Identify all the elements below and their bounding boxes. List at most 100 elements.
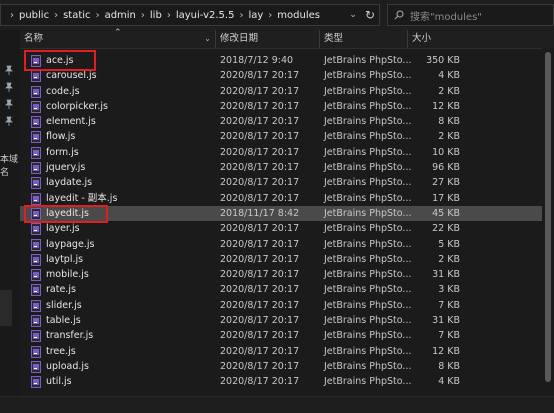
- column-header-date[interactable]: 修改日期: [216, 30, 320, 48]
- file-row[interactable]: rate.js 2020/8/17 20:17 JetBrains PhpSto..…: [20, 282, 554, 297]
- file-name: upload.js: [46, 360, 89, 372]
- breadcrumb-chevron-icon[interactable]: ›: [54, 10, 58, 21]
- file-type: JetBrains PhpSto...: [324, 376, 412, 388]
- file-name: slider.js: [46, 299, 82, 311]
- pin-icon[interactable]: [4, 116, 14, 126]
- file-date: 2020/8/17 20:17: [220, 70, 300, 82]
- php-file-icon: [31, 177, 41, 190]
- file-row[interactable]: laypage.js 2020/8/17 20:17 JetBrains PhpSt…: [20, 237, 554, 252]
- file-size: 3 KB: [438, 284, 460, 296]
- address-bar[interactable]: › public › static › admin › lib › layui-…: [0, 4, 380, 26]
- breadcrumb-chevron-icon[interactable]: ›: [141, 10, 145, 21]
- file-type: JetBrains PhpSto...: [324, 238, 412, 250]
- file-row[interactable]: ace.js 2018/7/12 9:40 JetBrains PhpSto... 3…: [20, 53, 554, 68]
- file-size: 22 KB: [432, 223, 460, 235]
- file-date: 2020/8/17 20:17: [220, 345, 300, 357]
- file-row[interactable]: mobile.js 2020/8/17 20:17 JetBrains PhpSto…: [20, 267, 554, 282]
- php-file-icon: [31, 100, 41, 113]
- sort-chevron-icon: ⌃: [114, 28, 122, 38]
- column-header-size[interactable]: 大小: [408, 30, 464, 48]
- file-date: 2020/8/17 20:17: [220, 177, 300, 189]
- file-row[interactable]: table.js 2020/8/17 20:17 JetBrains PhpSto.…: [20, 313, 554, 328]
- breadcrumb-chevron-icon[interactable]: ›: [268, 10, 272, 21]
- file-row[interactable]: upload.js 2020/8/17 20:17 JetBrains PhpSto…: [20, 359, 554, 374]
- breadcrumb-chevron-icon[interactable]: ›: [239, 10, 243, 21]
- refresh-icon[interactable]: ↻: [361, 5, 379, 25]
- file-size: 4 KB: [438, 376, 460, 388]
- file-row[interactable]: util.js 2020/8/17 20:17 JetBrains PhpSto..…: [20, 374, 554, 389]
- breadcrumb-item[interactable]: public: [19, 10, 49, 21]
- php-file-icon: [31, 131, 41, 144]
- column-header-label: 类型: [324, 33, 344, 44]
- pin-icon[interactable]: [4, 65, 14, 75]
- file-date: 2020/8/17 20:17: [220, 162, 300, 174]
- breadcrumb-item[interactable]: lib: [150, 10, 162, 21]
- php-file-icon: [31, 269, 41, 282]
- file-size: 4 KB: [438, 70, 460, 82]
- pin-icon[interactable]: [4, 82, 14, 92]
- file-size: 2 KB: [438, 85, 460, 97]
- pin-icon[interactable]: [4, 99, 14, 109]
- php-file-icon: [31, 238, 41, 251]
- file-row[interactable]: laydate.js 2020/8/17 20:17 JetBrains PhpSt…: [20, 175, 554, 190]
- file-size: 7 KB: [438, 330, 460, 342]
- file-row[interactable]: code.js 2020/8/17 20:17 JetBrains PhpSto..…: [20, 84, 554, 99]
- php-file-icon: [31, 345, 41, 358]
- file-row[interactable]: colorpicker.js 2020/8/17 20:17 JetBrains P…: [20, 99, 554, 114]
- breadcrumb-item[interactable]: admin: [105, 10, 136, 21]
- file-row[interactable]: flow.js 2020/8/17 20:17 JetBrains PhpSto..…: [20, 129, 554, 144]
- scrollbar-thumb[interactable]: [545, 52, 551, 382]
- php-file-icon: [31, 253, 41, 266]
- file-row[interactable]: form.js 2020/8/17 20:17 JetBrains PhpSto..…: [20, 145, 554, 160]
- breadcrumb-chevron-icon[interactable]: ›: [96, 10, 100, 21]
- file-size: 31 KB: [432, 315, 460, 327]
- chevron-down-icon[interactable]: ⌄: [345, 5, 361, 25]
- breadcrumb-chevron-icon[interactable]: ›: [167, 10, 171, 21]
- breadcrumb-item[interactable]: layui-v2.5.5: [176, 10, 235, 21]
- file-date: 2020/8/17 20:17: [220, 100, 300, 112]
- file-name: util.js: [46, 376, 72, 388]
- breadcrumb-item[interactable]: lay: [248, 10, 263, 21]
- file-row[interactable]: layer.js 2020/8/17 20:17 JetBrains PhpSto.…: [20, 221, 554, 236]
- address-toolbar: › public › static › admin › lib › layui-…: [0, 0, 554, 30]
- file-date: 2020/8/17 20:17: [220, 116, 300, 128]
- file-size: 96 KB: [432, 162, 460, 174]
- column-header-label: 大小: [412, 33, 432, 44]
- vertical-scrollbar[interactable]: [542, 48, 554, 392]
- nav-item-label[interactable]: 本域名: [0, 152, 20, 178]
- file-row[interactable]: transfer.js 2020/8/17 20:17 JetBrains PhpS…: [20, 328, 554, 343]
- file-type: JetBrains PhpSto...: [324, 70, 412, 82]
- column-header-name[interactable]: 名称 ⌃ ⌄: [20, 28, 216, 48]
- file-name: colorpicker.js: [46, 100, 108, 112]
- file-date: 2020/8/17 20:17: [220, 330, 300, 342]
- file-row[interactable]: laytpl.js 2020/8/17 20:17 JetBrains PhpSto…: [20, 252, 554, 267]
- nav-scrollbar[interactable]: [0, 290, 12, 326]
- file-row[interactable]: jquery.js 2020/8/17 20:17 JetBrains PhpSto…: [20, 160, 554, 175]
- chevron-down-icon[interactable]: ⌄: [204, 30, 211, 48]
- file-row[interactable]: carousel.js 2020/8/17 20:17 JetBrains PhpS…: [20, 68, 554, 83]
- breadcrumb-item[interactable]: static: [63, 10, 90, 21]
- file-date: 2018/7/12 9:40: [220, 55, 294, 66]
- php-file-icon: [31, 116, 41, 129]
- file-date: 2020/8/17 20:17: [220, 269, 300, 281]
- file-type: JetBrains PhpSto...: [324, 253, 412, 265]
- file-date: 2020/8/17 20:17: [220, 284, 300, 296]
- php-file-icon: [31, 376, 41, 389]
- file-row[interactable]: slider.js 2020/8/17 20:17 JetBrains PhpSto…: [20, 298, 554, 313]
- navigation-pane: 本域名: [0, 30, 20, 412]
- file-date: 2020/8/17 20:17: [220, 315, 300, 327]
- file-row[interactable]: element.js 2020/8/17 20:17 JetBrains PhpSt…: [20, 114, 554, 129]
- breadcrumb-item[interactable]: modules: [277, 10, 320, 21]
- php-file-icon: [31, 299, 41, 312]
- file-type: JetBrains PhpSto...: [324, 162, 412, 174]
- file-date: 2020/8/17 20:17: [220, 223, 300, 235]
- column-header-type[interactable]: 类型: [320, 30, 408, 48]
- file-name: form.js: [46, 146, 79, 158]
- file-type: JetBrains PhpSto...: [324, 299, 412, 311]
- file-row[interactable]: tree.js 2020/8/17 20:17 JetBrains PhpSto..…: [20, 344, 554, 359]
- search-input[interactable]: 搜索"modules": [387, 4, 554, 26]
- file-name: mobile.js: [46, 269, 89, 281]
- file-size: 17 KB: [432, 192, 460, 204]
- file-row[interactable]: layedit - 副本.js 2020/8/17 20:17 JetBrains …: [20, 191, 554, 206]
- file-size: 31 KB: [432, 269, 460, 281]
